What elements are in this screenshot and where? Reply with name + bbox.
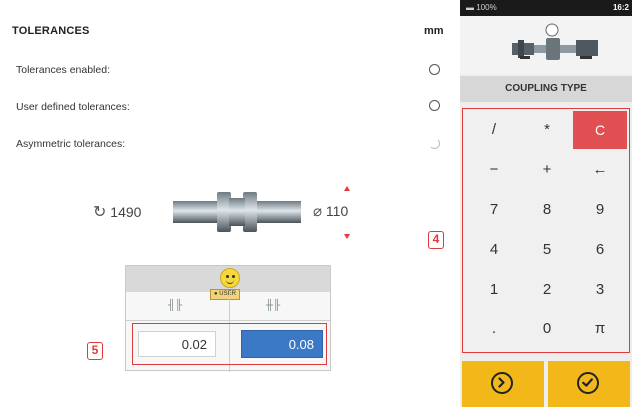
- coupling-type-title: COUPLING TYPE: [460, 76, 632, 102]
- key-pi[interactable]: π: [573, 310, 627, 348]
- key-slash[interactable]: /: [467, 111, 521, 149]
- tolerances-enabled-radio[interactable]: [429, 64, 440, 75]
- rotate-icon: ↻: [93, 204, 107, 221]
- key-9[interactable]: 9: [573, 191, 627, 229]
- diameter-value: 110: [325, 203, 349, 219]
- key-4[interactable]: 4: [467, 231, 521, 269]
- key-multiply[interactable]: *: [520, 111, 574, 149]
- asymmetric-tolerances-label: Asymmetric tolerances:: [16, 138, 126, 150]
- key-2[interactable]: 2: [520, 271, 574, 309]
- status-bar: ▬ 100% 16:2: [460, 0, 632, 16]
- user-badge: ● USER: [210, 289, 240, 300]
- key-plus[interactable]: +: [520, 151, 574, 189]
- key-1[interactable]: 1: [467, 271, 521, 309]
- arrow-up-icon: [344, 186, 350, 191]
- keypad: / * C − + ← 7 8 9 4 5 6 1 2 3 . 0 π: [462, 108, 630, 353]
- row-divider: [126, 320, 330, 321]
- arrow-down-icon: [344, 234, 350, 239]
- rpm-display[interactable]: ↻ 1490: [93, 202, 141, 222]
- key-8[interactable]: 8: [520, 191, 574, 229]
- confirm-button[interactable]: [548, 361, 630, 407]
- device-panel: ▬ 100% 16:2 COUPLING TYPE / * C − + ← 7 …: [460, 0, 632, 407]
- key-7[interactable]: 7: [467, 191, 521, 229]
- key-decimal[interactable]: .: [467, 310, 521, 348]
- angularity-icon: ╫╟: [266, 300, 281, 311]
- machine-train-icon: [512, 23, 598, 60]
- callout-4: 4: [428, 231, 444, 249]
- key-3[interactable]: 3: [573, 271, 627, 309]
- key-clear[interactable]: C: [573, 111, 627, 149]
- coupling-icon: [173, 192, 301, 232]
- smiley-icon: [220, 268, 240, 288]
- key-6[interactable]: 6: [573, 231, 627, 269]
- user-icon: ●: [214, 291, 218, 297]
- page-title: TOLERANCES: [12, 25, 90, 37]
- check-circle-icon: [577, 372, 599, 394]
- rpm-value: 1490: [110, 204, 142, 220]
- next-circle-icon: [491, 372, 513, 394]
- offset-tolerance-field[interactable]: 0.02: [138, 331, 216, 357]
- unit-label: mm: [424, 25, 444, 37]
- battery-indicator: ▬ 100%: [466, 3, 497, 12]
- user-defined-tolerances-radio[interactable]: [429, 100, 440, 111]
- next-button[interactable]: [462, 361, 544, 407]
- tolerances-enabled-label: Tolerances enabled:: [16, 64, 110, 76]
- user-defined-tolerances-label: User defined tolerances:: [16, 101, 130, 113]
- key-minus[interactable]: −: [467, 151, 521, 189]
- asymmetric-tolerances-radio[interactable]: [429, 138, 440, 149]
- diameter-icon: ⌀: [313, 203, 323, 220]
- key-backspace[interactable]: ←: [573, 151, 627, 189]
- key-0[interactable]: 0: [520, 310, 574, 348]
- offset-icon: ╢╟: [168, 300, 183, 311]
- machine-preview[interactable]: [460, 16, 632, 74]
- angularity-tolerance-field[interactable]: 0.08: [241, 330, 323, 358]
- diameter-display[interactable]: ⌀ 110: [313, 202, 348, 220]
- status-time: 16:2: [612, 3, 629, 12]
- key-5[interactable]: 5: [520, 231, 574, 269]
- callout-5: 5: [87, 342, 103, 360]
